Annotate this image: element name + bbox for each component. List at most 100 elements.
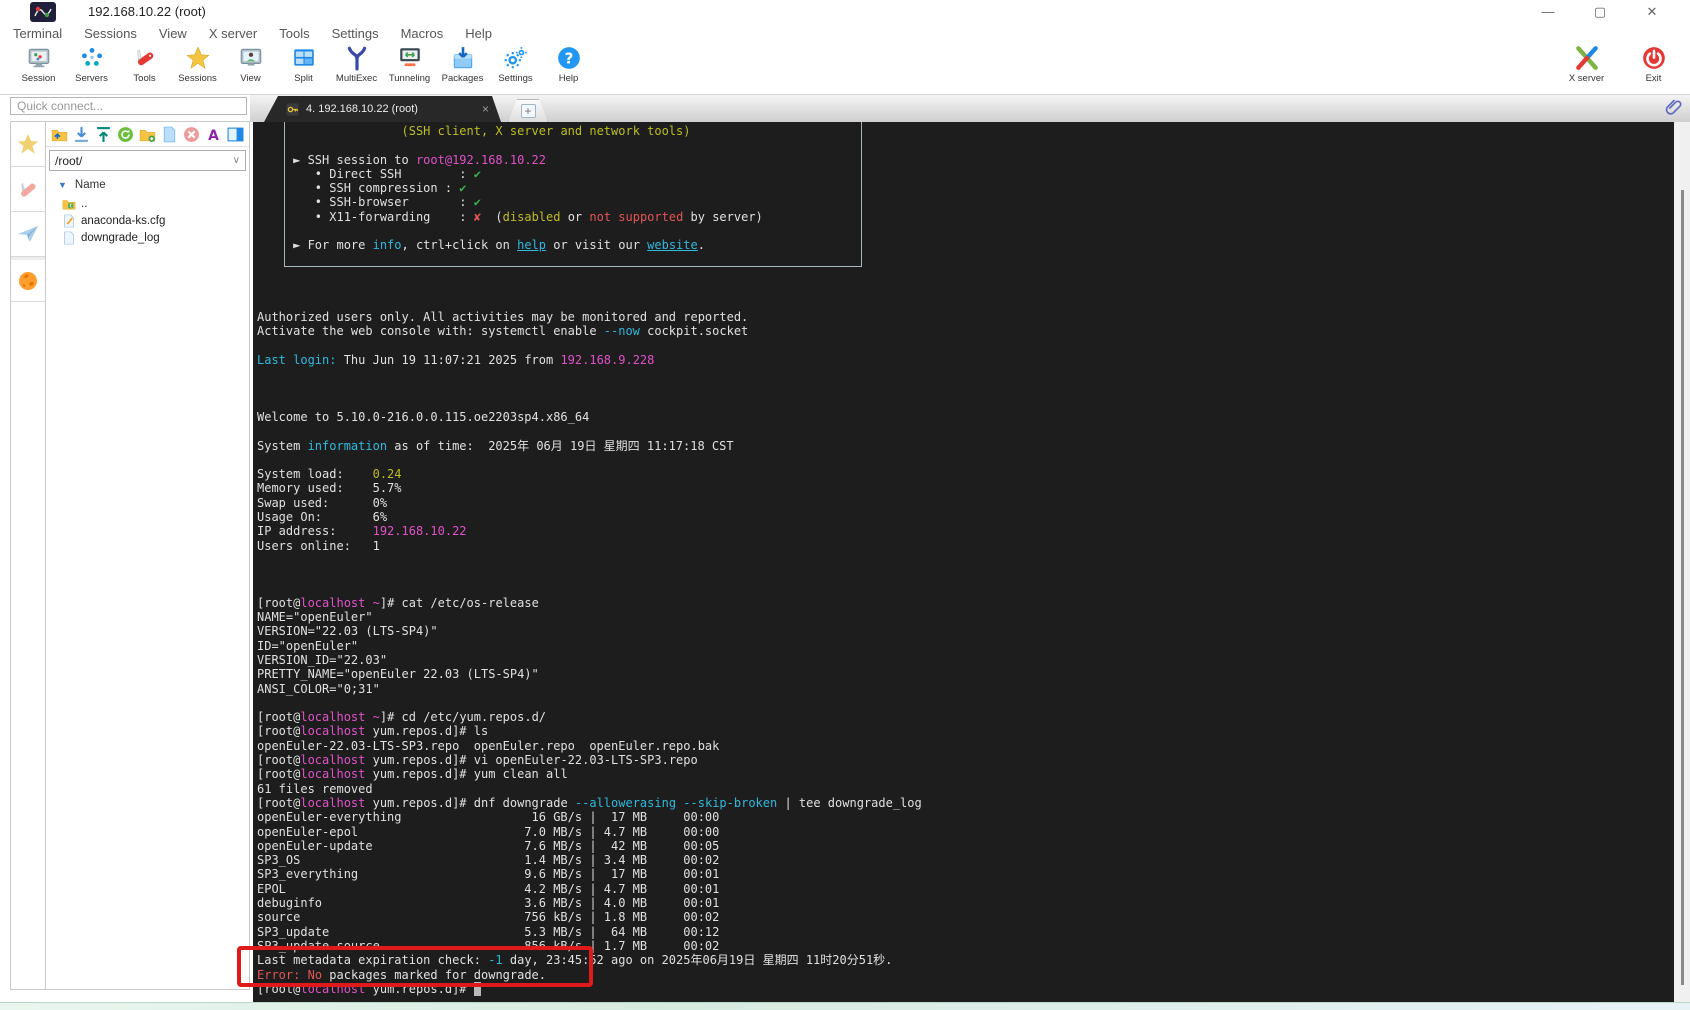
sessions-tab[interactable] (11, 212, 45, 257)
terminal-line: ► SSH session to root@192.168.10.22 (257, 153, 922, 167)
new-folder-button[interactable] (139, 126, 156, 143)
help-icon: ? (556, 45, 582, 71)
download-button[interactable] (73, 126, 90, 143)
terminal-line (257, 281, 922, 295)
tools-button[interactable]: Tools (118, 45, 171, 93)
download-icon (73, 126, 90, 143)
terminal-line: NAME="openEuler" (257, 610, 922, 624)
terminal-line (257, 567, 922, 581)
tunneling-button[interactable]: Tunneling (383, 45, 436, 93)
terminal-line: Usage On: 6% (257, 510, 922, 524)
terminal-line (257, 453, 922, 467)
new-tab-button[interactable]: + (508, 99, 548, 122)
new-folder-icon (139, 126, 156, 143)
session-icon (26, 45, 52, 71)
menu-view[interactable]: View (148, 26, 198, 41)
terminal-line: debuginfo 3.6 MB/s | 4.0 MB 00:01 (257, 896, 922, 910)
view-icon (238, 45, 264, 71)
terminal-line: [root@localhost yum.repos.d]# dnf downgr… (257, 796, 922, 810)
rename-button[interactable]: A (205, 126, 222, 143)
file-list-header[interactable]: ▼ Name (46, 171, 249, 195)
terminal-line: ID="openEuler" (257, 639, 922, 653)
refresh-button[interactable] (117, 126, 134, 143)
mobaxterm-window: 192.168.10.22 (root) — ▢ ✕ Terminal Sess… (0, 0, 1690, 1010)
terminal-line: (SSH client, X server and network tools) (257, 124, 922, 138)
terminal-scrollbar[interactable] (1674, 122, 1690, 1002)
multiexec-button[interactable]: MultiExec (330, 45, 383, 93)
scrollbar-thumb[interactable] (1681, 190, 1684, 985)
quick-connect-input[interactable] (10, 97, 247, 115)
terminal-line: Swap used: 0% (257, 496, 922, 510)
terminal-line: [root@localhost yum.repos.d]# (257, 982, 922, 996)
file-row-parent[interactable]: t .. (46, 195, 249, 212)
path-dropdown[interactable]: /root/ ∨ (49, 150, 246, 171)
terminal-line: SP3_everything 9.6 MB/s | 17 MB 00:01 (257, 867, 922, 881)
packages-button[interactable]: Packages (436, 45, 489, 93)
tools-tab[interactable] (11, 167, 45, 212)
terminal-line: Authorized users only. All activities ma… (257, 310, 922, 324)
menu-sessions[interactable]: Sessions (73, 26, 148, 41)
terminal-screen[interactable]: (SSH client, X server and network tools)… (253, 122, 1674, 1002)
terminal-line: openEuler-22.03-LTS-SP3.repo openEuler.r… (257, 739, 922, 753)
new-file-button[interactable] (161, 126, 178, 143)
split-button[interactable]: Split (277, 45, 330, 93)
attachment-paperclip-icon[interactable] (1664, 97, 1684, 119)
exit-power-icon (1641, 45, 1667, 71)
terminal-line (257, 338, 922, 352)
paper-plane-icon (16, 222, 40, 246)
minimize-button[interactable]: — (1526, 0, 1570, 24)
upload-icon (95, 126, 112, 143)
menu-tools[interactable]: Tools (268, 26, 320, 41)
panel-layout-button[interactable] (227, 126, 244, 143)
view-button[interactable]: View (224, 45, 277, 93)
settings-button[interactable]: Settings (489, 45, 542, 93)
help-button[interactable]: ? Help (542, 45, 595, 93)
delete-button[interactable] (183, 126, 200, 143)
terminal-line (257, 224, 922, 238)
favorites-tab[interactable] (11, 122, 45, 167)
active-session-tab[interactable]: 4. 192.168.10.22 (root) × (264, 96, 501, 122)
session-button[interactable]: Session (12, 45, 65, 93)
terminal-line: Last login: Thu Jun 19 11:07:21 2025 fro… (257, 353, 922, 367)
parent-folder-button[interactable] (51, 126, 68, 143)
title-bar: 192.168.10.22 (root) — ▢ ✕ (0, 0, 1690, 24)
menu-xserver[interactable]: X server (198, 26, 268, 41)
menu-settings[interactable]: Settings (321, 26, 390, 41)
file-row-downgrade-log[interactable]: downgrade_log (46, 229, 249, 246)
globe-icon (16, 269, 40, 293)
menu-macros[interactable]: Macros (390, 26, 455, 41)
terminal-line: [root@localhost yum.repos.d]# vi openEul… (257, 753, 922, 767)
sessions-button[interactable]: Sessions (171, 45, 224, 93)
terminal-line: openEuler-everything 16 GB/s | 17 MB 00:… (257, 810, 922, 824)
terminal-line: EPOL 4.2 MB/s | 4.7 MB 00:01 (257, 882, 922, 896)
close-button[interactable]: ✕ (1630, 0, 1674, 24)
svg-text:t: t (70, 203, 72, 209)
terminal-line (257, 582, 922, 596)
chevron-down-icon: ∨ (233, 155, 240, 166)
file-browser-toolbar: A (46, 122, 249, 147)
xserver-button[interactable]: X server (1560, 45, 1613, 93)
terminal-line (257, 396, 922, 410)
plus-icon: + (521, 104, 536, 118)
delete-icon (183, 126, 200, 143)
terminal-line: openEuler-epol 7.0 MB/s | 4.7 MB 00:00 (257, 825, 922, 839)
maximize-button[interactable]: ▢ (1578, 0, 1622, 24)
menu-terminal[interactable]: Terminal (13, 26, 73, 41)
collapse-triangle-icon[interactable]: ▼ (58, 180, 67, 190)
packages-icon (450, 45, 476, 71)
menu-help[interactable]: Help (454, 26, 503, 41)
terminal-line: PRETTY_NAME="openEuler 22.03 (LTS-SP4)" (257, 667, 922, 681)
terminal-line: source 756 kB/s | 1.8 MB 00:02 (257, 910, 922, 924)
servers-button[interactable]: Servers (65, 45, 118, 93)
sftp-browser-tab[interactable] (11, 257, 45, 302)
tab-bar: 4. 192.168.10.22 (root) × + (250, 95, 1690, 122)
refresh-icon (117, 126, 134, 143)
terminal-line: Activate the web console with: systemctl… (257, 324, 922, 338)
file-row-anaconda[interactable]: anaconda-ks.cfg (46, 212, 249, 229)
new-file-icon (161, 126, 178, 143)
tab-close-icon[interactable]: × (482, 102, 489, 116)
app-logo-icon (30, 2, 56, 22)
exit-button[interactable]: Exit (1627, 45, 1680, 93)
star-icon (16, 132, 40, 156)
upload-button[interactable] (95, 126, 112, 143)
